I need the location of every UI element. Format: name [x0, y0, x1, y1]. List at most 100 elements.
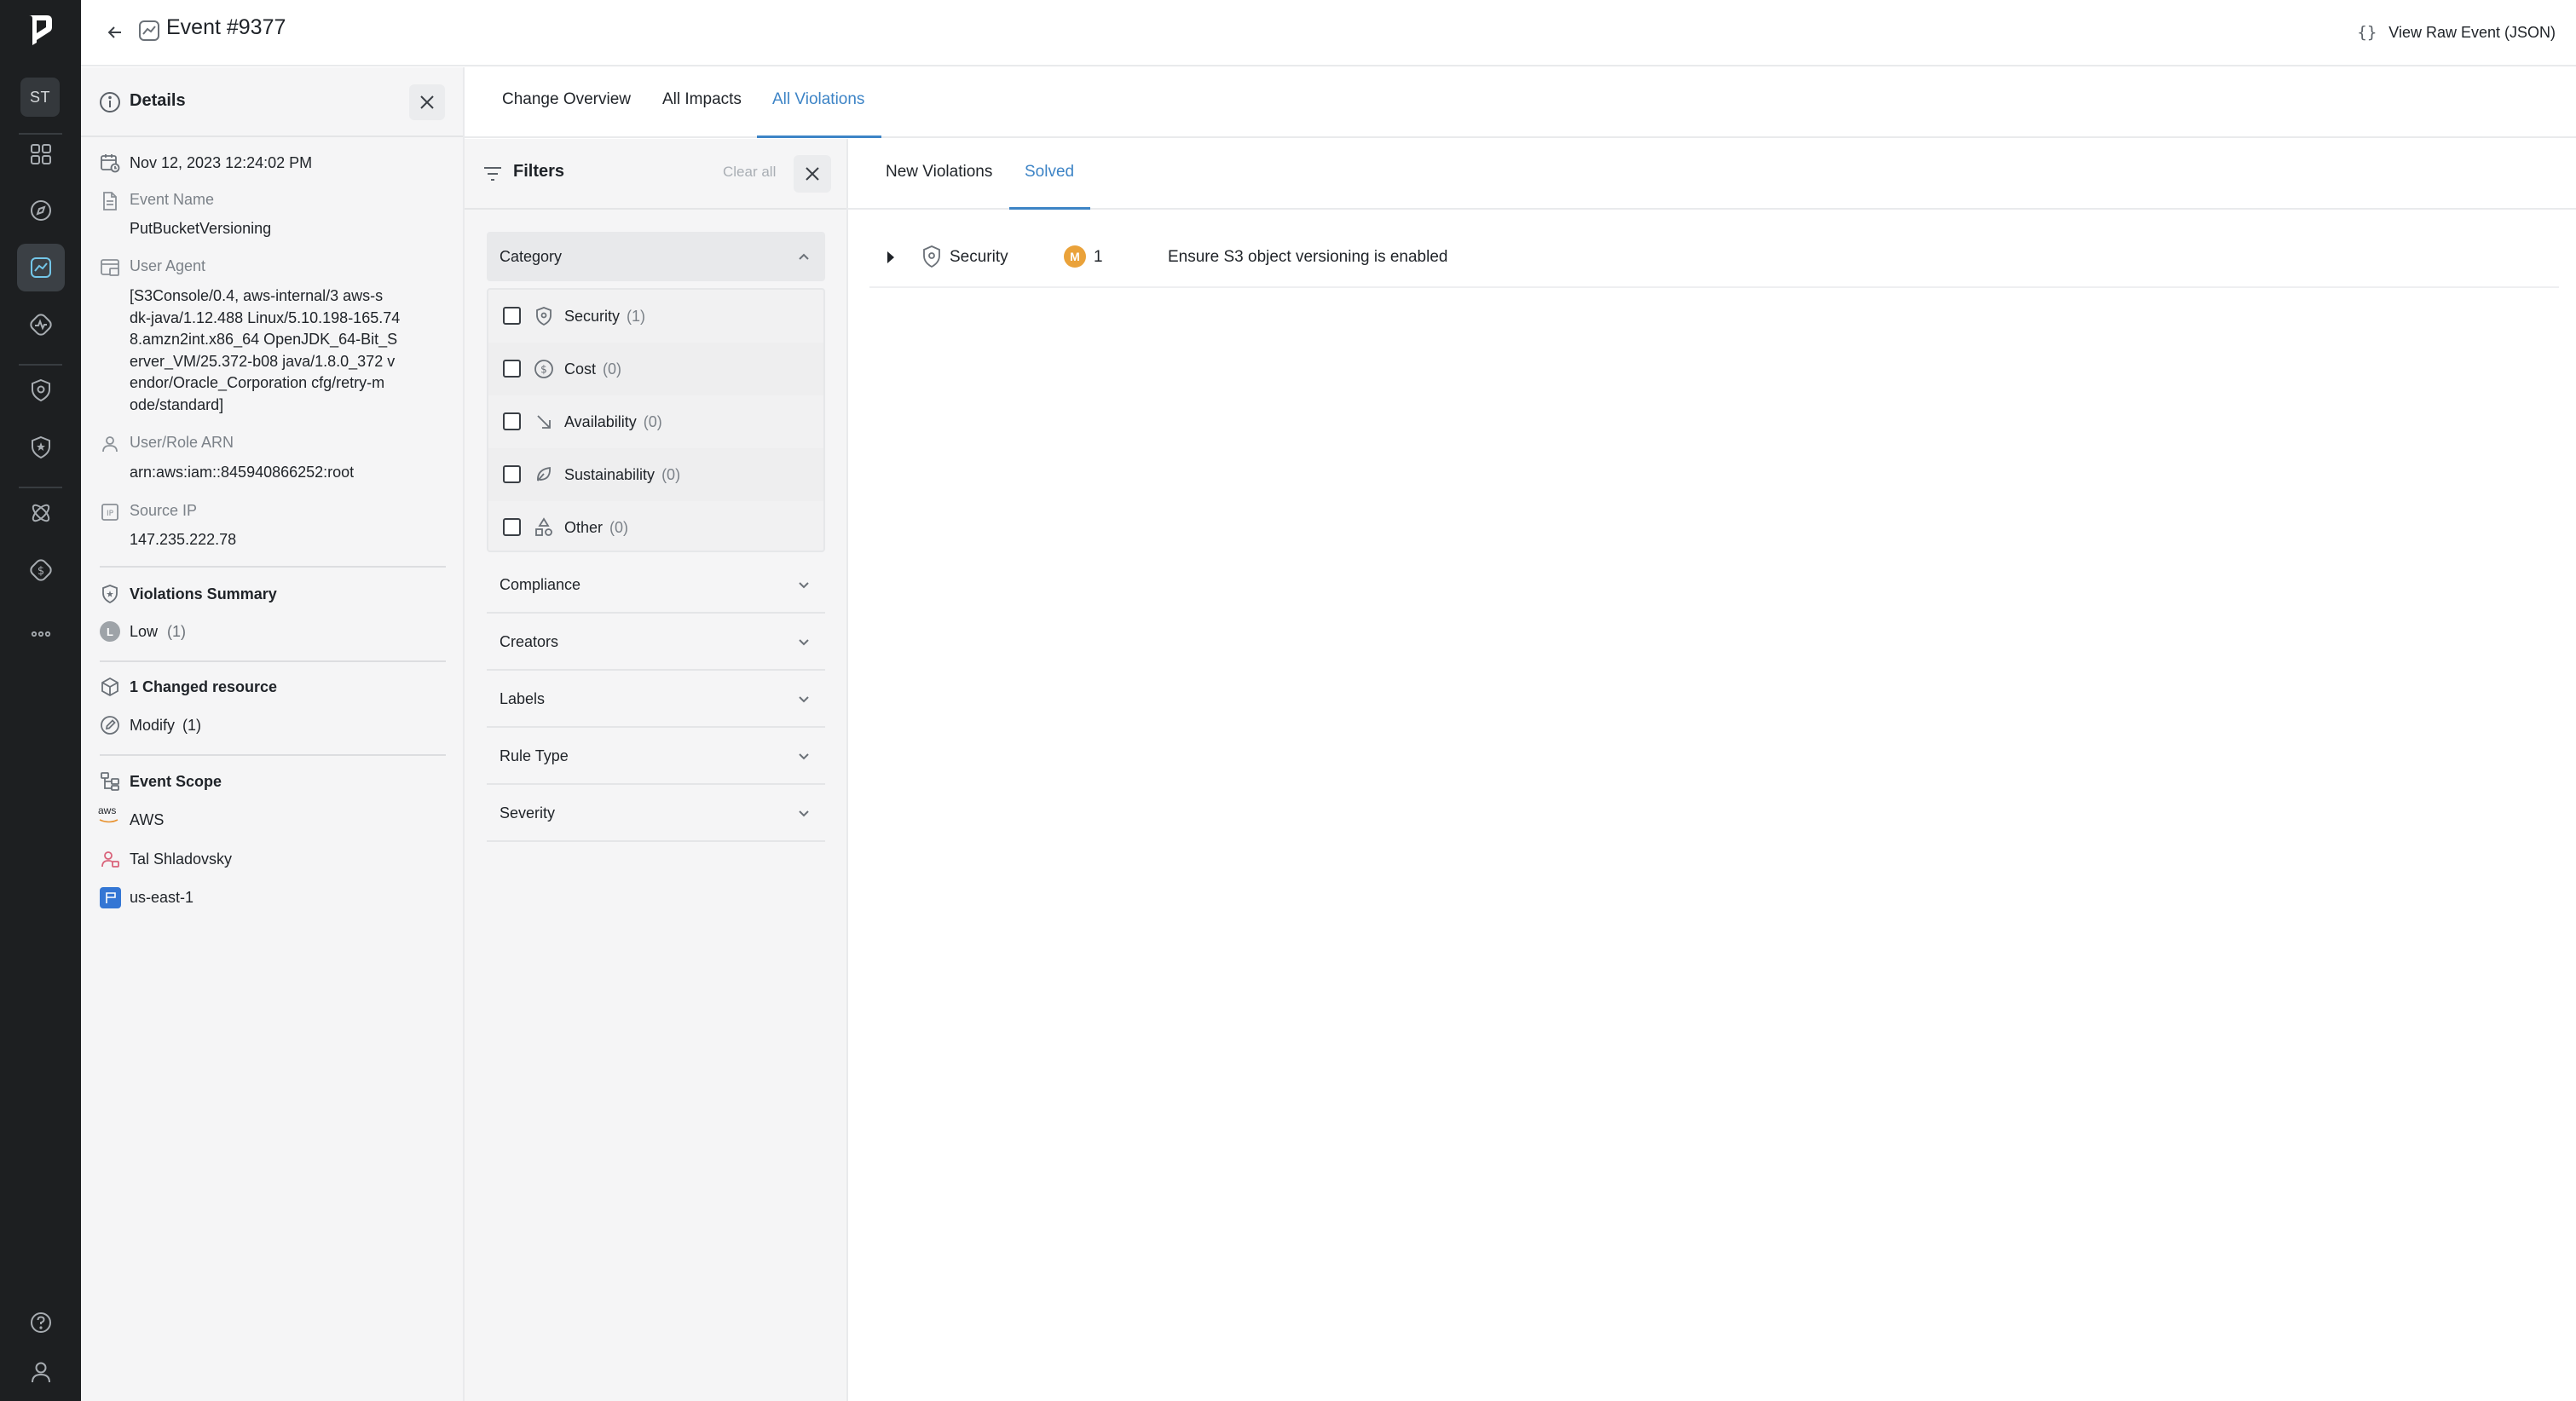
- scope-region[interactable]: us-east-1: [130, 887, 193, 909]
- tab-all-violations[interactable]: All Violations: [772, 90, 864, 109]
- back-button[interactable]: [100, 17, 130, 48]
- details-panel: Details Nov 12, 2023 12:24:02 PM Event N…: [81, 67, 465, 1401]
- option-count: (0): [603, 360, 622, 378]
- dollar-icon: $: [534, 360, 553, 378]
- checkbox[interactable]: [503, 465, 521, 483]
- source-ip-label: Source IP: [130, 502, 198, 519]
- category-section-header[interactable]: Category: [487, 232, 825, 281]
- scope-provider[interactable]: AWS: [130, 810, 164, 832]
- shield-icon: [536, 307, 552, 326]
- events-icon: [31, 257, 51, 278]
- violation-count: 1: [1094, 248, 1103, 266]
- chevron-down-icon: [799, 810, 809, 817]
- filter-section-severity[interactable]: Severity: [487, 785, 825, 842]
- low-severity-badge: L: [100, 621, 120, 642]
- user-agent-line: ode/standard]: [130, 395, 224, 413]
- category-option-sustainability[interactable]: Sustainability (0): [488, 448, 823, 501]
- filter-section-compliance[interactable]: Compliance: [487, 556, 825, 614]
- leaf-icon: [537, 466, 551, 481]
- info-icon: [100, 92, 120, 112]
- arrow-left-icon: [107, 26, 121, 38]
- violations-summary-title: Violations Summary: [130, 585, 277, 602]
- checkbox[interactable]: [503, 412, 521, 430]
- close-filters-button[interactable]: [794, 155, 831, 193]
- cube-icon: [101, 677, 118, 697]
- modify-summary[interactable]: Modify (1): [130, 715, 201, 737]
- help-icon: [31, 1312, 51, 1333]
- details-title: Details: [130, 91, 186, 110]
- violation-row[interactable]: Security M 1 Ensure S3 object versioning…: [869, 228, 2559, 288]
- option-name: Security: [564, 308, 621, 325]
- section-title: Compliance: [500, 576, 581, 593]
- checkbox[interactable]: [503, 518, 521, 536]
- tab-change-overview[interactable]: Change Overview: [502, 90, 631, 109]
- rail-events[interactable]: [17, 244, 65, 291]
- svg-text:$: $: [540, 364, 547, 376]
- category-option-label: Availability (0): [564, 413, 662, 431]
- section-title: Rule Type: [500, 747, 569, 764]
- tab-all-impacts[interactable]: All Impacts: [662, 90, 742, 109]
- violation-rule[interactable]: Ensure S3 object versioning is enabled: [1168, 248, 1447, 267]
- close-icon: [420, 95, 434, 109]
- view-raw-event-button[interactable]: {} View Raw Event (JSON): [2357, 17, 2556, 48]
- arrow-down-right-icon: [537, 415, 551, 429]
- aws-smile: [99, 819, 118, 823]
- close-details-button[interactable]: [409, 84, 445, 120]
- violation-tabs: New Violations Solved: [848, 139, 2576, 210]
- option-count: (0): [609, 519, 629, 536]
- rail-integrations[interactable]: [17, 489, 65, 537]
- calendar-clock-icon: [101, 154, 120, 173]
- filter-section-creators[interactable]: Creators: [487, 614, 825, 671]
- view-raw-event-label: View Raw Event (JSON): [2388, 23, 2556, 41]
- severity-summary[interactable]: Low (1): [130, 621, 186, 643]
- modify-icon: [101, 716, 119, 735]
- tab-solved[interactable]: Solved: [1025, 163, 1074, 182]
- scope-account[interactable]: Tal Shladovsky: [130, 849, 232, 871]
- category-option-other[interactable]: Other (0): [488, 501, 823, 554]
- divider: [100, 566, 446, 568]
- clear-all-button[interactable]: Clear all: [723, 164, 776, 181]
- aws-logo-text: aws: [98, 804, 117, 816]
- tab-new-violations[interactable]: New Violations: [886, 163, 992, 182]
- user-agent-line: [S3Console/0.4, aws-internal/3 aws-s: [130, 287, 384, 304]
- rail-cost[interactable]: $: [17, 546, 65, 594]
- rail-explore[interactable]: [17, 187, 65, 234]
- user-agent-line: erver_VM/25.372-b08 java/1.8.0_372 v: [130, 352, 396, 370]
- workspace-avatar[interactable]: ST: [20, 78, 60, 117]
- expand-caret-icon[interactable]: [887, 251, 894, 263]
- rail-compliance[interactable]: [17, 424, 65, 471]
- category-option-cost[interactable]: $ Cost (0): [488, 343, 823, 395]
- category-option-security[interactable]: Security (1): [488, 290, 823, 343]
- nav-rail: ST $: [0, 0, 81, 1401]
- event-tabs: Change Overview All Impacts All Violatio…: [465, 67, 2576, 138]
- activity-icon: [30, 314, 52, 336]
- user-outline-icon: [102, 436, 118, 453]
- filter-section-labels[interactable]: Labels: [487, 671, 825, 728]
- account-icon: [101, 851, 119, 868]
- user-agent-label: User Agent: [130, 257, 206, 274]
- user-icon: [32, 1362, 50, 1383]
- logo-icon[interactable]: [25, 12, 55, 46]
- region-icon: [100, 887, 121, 908]
- dollar-icon: $: [30, 559, 52, 581]
- rail-help[interactable]: [17, 1299, 65, 1346]
- section-title: Labels: [500, 690, 546, 707]
- event-name-label: Event Name: [130, 191, 215, 208]
- event-icon: [139, 20, 159, 41]
- checkbox[interactable]: [503, 307, 521, 325]
- checkbox[interactable]: [503, 360, 521, 378]
- violation-category: Security: [950, 248, 1008, 266]
- rail-dashboard[interactable]: [17, 130, 65, 178]
- category-option-availability[interactable]: Availability (0): [488, 395, 823, 448]
- rail-security[interactable]: [17, 366, 65, 414]
- filter-section-rule-type[interactable]: Rule Type: [487, 728, 825, 785]
- chevron-down-icon: [799, 696, 809, 703]
- chevron-down-icon: [799, 639, 809, 646]
- rail-profile[interactable]: [17, 1348, 65, 1396]
- rail-more[interactable]: [17, 610, 65, 658]
- page-header: Event #9377 {} View Raw Event (JSON): [81, 0, 2576, 66]
- rail-activity[interactable]: [17, 301, 65, 349]
- arn-value: arn:aws:iam::845940866252:root: [130, 464, 355, 481]
- option-name: Other: [564, 519, 604, 536]
- browser-icon: [101, 259, 119, 276]
